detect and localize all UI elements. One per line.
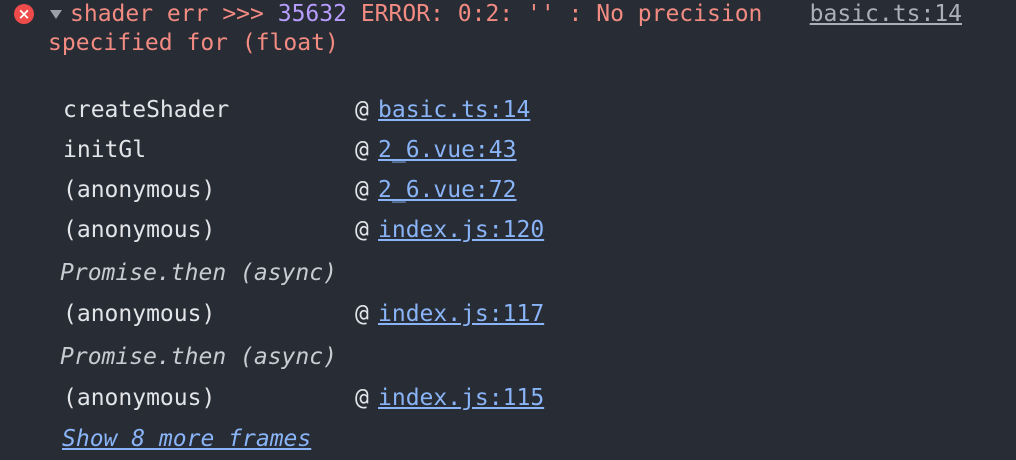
show-more-frames-link[interactable]: Show 8 more frames [62,424,311,454]
source-link[interactable]: basic.ts:14 [810,0,962,29]
at-symbol: @ [355,301,369,327]
frame-source-link[interactable]: index.js:117 [378,299,544,329]
stack-frame: (anonymous) @ 2_6.vue:72 [63,175,516,205]
stack-frame: createShader @ basic.ts:14 [63,95,530,125]
stack-frame: initGl @ 2_6.vue:43 [63,135,516,165]
error-message-number: 35632 [277,1,347,27]
frame-source-link[interactable]: index.js:115 [378,383,544,413]
stack-frame: (anonymous) @ index.js:120 [63,215,544,245]
at-symbol: @ [355,97,369,123]
frame-function-name: (anonymous) [63,385,216,411]
frame-function-name: (anonymous) [63,217,216,243]
at-symbol: @ [355,137,369,163]
at-symbol: @ [355,217,369,243]
frame-function-name: initGl [63,137,147,163]
frame-source-link[interactable]: 2_6.vue:43 [378,135,516,165]
frame-function-name: createShader [63,97,230,123]
frame-function-name: (anonymous) [63,177,216,203]
at-symbol: @ [355,385,369,411]
stack-frame: (anonymous) @ index.js:115 [63,383,544,413]
console-error-entry: × shader err >>> 35632 ERROR: 0:2: '' : … [0,0,1016,460]
error-message-prefix: shader err >>> [70,1,278,27]
error-message: shader err >>> 35632 ERROR: 0:2: '' : No… [48,0,798,58]
async-separator: Promise.then (async) [60,344,337,370]
stack-frame: (anonymous) @ index.js:117 [63,299,544,329]
frame-function-name: (anonymous) [63,301,216,327]
async-separator: Promise.then (async) [60,260,337,286]
at-symbol: @ [355,177,369,203]
error-icon: × [14,4,34,24]
frame-source-link[interactable]: index.js:120 [378,215,544,245]
frame-source-link[interactable]: 2_6.vue:72 [378,175,516,205]
frame-source-link[interactable]: basic.ts:14 [378,95,530,125]
